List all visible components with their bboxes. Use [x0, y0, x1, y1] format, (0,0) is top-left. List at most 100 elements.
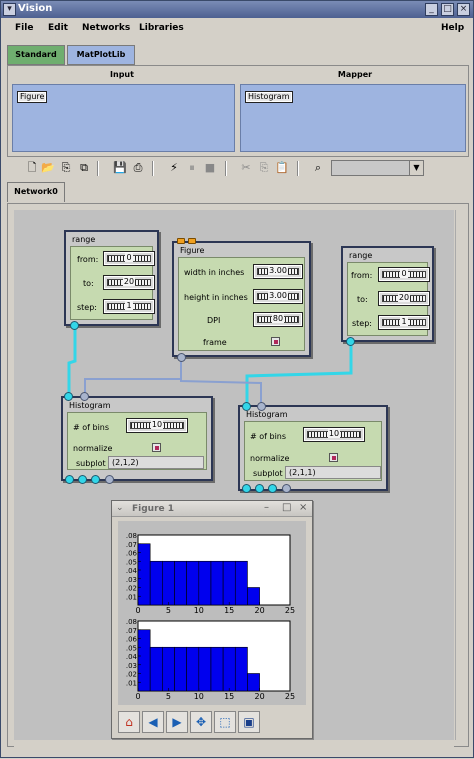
- save-as-icon[interactable]: ⎘: [59, 161, 73, 175]
- dpi-stepper[interactable]: 80: [253, 312, 303, 327]
- input-port[interactable]: [80, 392, 89, 401]
- open-folder-icon[interactable]: 📂: [41, 161, 55, 175]
- output-port[interactable]: [346, 337, 355, 346]
- toolbar-separator: [97, 161, 99, 176]
- module-title: Figure: [180, 246, 205, 255]
- chevron-down-icon[interactable]: ⌄: [116, 503, 124, 513]
- copy-icon[interactable]: ⎘: [257, 161, 271, 175]
- back-icon[interactable]: ◀: [142, 711, 164, 733]
- output-port[interactable]: [65, 475, 74, 484]
- tab-matplotlib[interactable]: MatPlotLib: [67, 45, 135, 65]
- menu-libraries[interactable]: Libraries: [139, 23, 184, 33]
- output-port[interactable]: [177, 353, 186, 362]
- histogram-bar: [247, 673, 260, 692]
- normalize-label: normalize: [73, 444, 113, 453]
- binoculars-icon[interactable]: ⌕: [311, 161, 325, 175]
- width-stepper[interactable]: 3.00: [253, 264, 303, 279]
- histogram-bar: [174, 560, 187, 606]
- module-histogram-1[interactable]: Histogram # of bins 10 normalize subplot…: [61, 396, 213, 481]
- menu-file[interactable]: File: [15, 23, 33, 33]
- frame-checkbox[interactable]: [271, 337, 280, 346]
- output-port[interactable]: [255, 484, 264, 493]
- output-port[interactable]: [91, 475, 100, 484]
- list-item-figure[interactable]: Figure: [17, 91, 48, 103]
- stop-icon[interactable]: ■: [203, 161, 217, 175]
- minimize-icon[interactable]: _: [425, 3, 438, 16]
- output-port[interactable]: [78, 475, 87, 484]
- input-port[interactable]: [242, 402, 251, 411]
- home-icon[interactable]: ⌂: [118, 711, 140, 733]
- height-stepper[interactable]: 3.00: [253, 289, 303, 304]
- y-tick-label: .01: [126, 679, 137, 687]
- minimize-icon[interactable]: –: [264, 502, 269, 513]
- x-tick-label: 10: [194, 692, 204, 701]
- figure-title-bar[interactable]: ⌄ Figure 1 – □ ×: [112, 501, 312, 517]
- histogram-bar: [137, 543, 151, 606]
- input-port[interactable]: [257, 402, 266, 411]
- print-icon[interactable]: ⎙: [131, 161, 145, 175]
- y-tick-label: .02: [126, 585, 137, 593]
- cut-icon[interactable]: ✂: [239, 161, 253, 175]
- normalize-label: normalize: [250, 454, 290, 463]
- paste-icon[interactable]: 📋: [275, 161, 289, 175]
- input-port[interactable]: [177, 238, 185, 244]
- subplot-field[interactable]: (2,1,1): [285, 466, 381, 479]
- output-port[interactable]: [268, 484, 277, 493]
- maximize-icon[interactable]: □: [441, 3, 454, 16]
- y-tick-label: .01: [126, 593, 137, 601]
- horizontal-scrollbar[interactable]: [14, 742, 454, 748]
- input-list: Figure: [12, 84, 235, 152]
- save-icon[interactable]: 💾: [113, 161, 127, 175]
- step-stepper[interactable]: 1: [103, 299, 155, 314]
- output-port[interactable]: [105, 475, 114, 484]
- normalize-checkbox[interactable]: [152, 443, 161, 452]
- maximize-icon[interactable]: □: [282, 502, 291, 513]
- title-bar[interactable]: ▾ Vision _ □ ×: [1, 1, 473, 18]
- step-stepper[interactable]: 1: [378, 315, 430, 330]
- bins-stepper[interactable]: 10: [303, 427, 365, 442]
- run-icon[interactable]: ⚡: [167, 161, 181, 175]
- pause-icon[interactable]: ⏸: [185, 161, 199, 175]
- from-stepper[interactable]: 0: [103, 251, 155, 266]
- output-port[interactable]: [70, 321, 79, 330]
- list-item-histogram[interactable]: Histogram: [245, 91, 293, 103]
- menu-networks[interactable]: Networks: [82, 23, 130, 33]
- chevron-down-icon[interactable]: ▼: [409, 161, 423, 175]
- y-tick-label: .08: [126, 618, 137, 626]
- module-histogram-2[interactable]: Histogram # of bins 10 normalize subplot…: [238, 405, 388, 491]
- window-menu-icon[interactable]: ▾: [3, 3, 16, 16]
- subplot-label: subplot: [253, 469, 283, 478]
- to-stepper[interactable]: 20: [103, 275, 155, 290]
- forward-icon[interactable]: ▶: [166, 711, 188, 733]
- module-range-1[interactable]: range from: 0 to: 20 step: 1: [64, 230, 159, 326]
- from-value: 0: [400, 269, 408, 278]
- normalize-checkbox[interactable]: [329, 453, 338, 462]
- module-range-2[interactable]: range from: 0 to: 20 step: 1: [341, 246, 434, 342]
- y-tick-label: .04: [126, 567, 138, 575]
- output-port[interactable]: [242, 484, 251, 493]
- new-file-icon[interactable]: 🗋: [25, 161, 39, 175]
- output-port[interactable]: [282, 484, 291, 493]
- dpi-value: 80: [271, 314, 285, 323]
- close-icon[interactable]: ×: [457, 3, 470, 16]
- pan-icon[interactable]: ✥: [190, 711, 212, 733]
- input-port[interactable]: [64, 392, 73, 401]
- export-icon[interactable]: ⧉: [77, 161, 91, 175]
- figure-window[interactable]: ⌄ Figure 1 – □ × 0 5 10 15 20 25.08.07.06.05.…: [111, 500, 313, 739]
- input-port[interactable]: [188, 238, 196, 244]
- zoom-select[interactable]: ▼: [331, 160, 424, 176]
- histogram-bar: [222, 560, 236, 606]
- vertical-scrollbar[interactable]: [455, 210, 465, 740]
- zoom-icon[interactable]: ⬚: [214, 711, 236, 733]
- module-figure[interactable]: Figure width in inches 3.00 height in in…: [172, 241, 311, 357]
- save-icon[interactable]: ▣: [238, 711, 260, 733]
- to-stepper[interactable]: 20: [378, 291, 430, 306]
- bins-stepper[interactable]: 10: [126, 418, 188, 433]
- menu-edit[interactable]: Edit: [48, 23, 68, 33]
- tab-standard[interactable]: Standard: [7, 45, 65, 65]
- close-icon[interactable]: ×: [299, 502, 307, 513]
- menu-help[interactable]: Help: [441, 23, 464, 33]
- from-stepper[interactable]: 0: [378, 267, 430, 282]
- subplot-field[interactable]: (2,1,2): [108, 456, 204, 469]
- tab-network0[interactable]: Network0: [7, 182, 65, 202]
